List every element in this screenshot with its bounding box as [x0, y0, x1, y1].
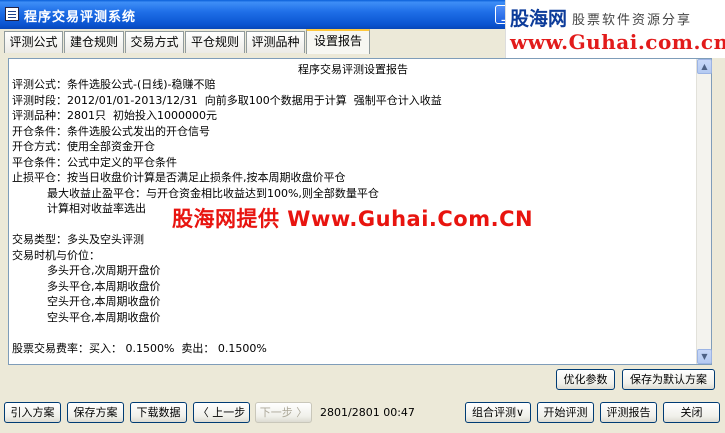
- report-title: 程序交易评测设置报告: [298, 63, 408, 76]
- report-line: 评测时段：2012/01/01-2013/12/31 向前多取100个数据用于计…: [12, 93, 442, 107]
- scroll-up-arrow-icon[interactable]: ▲: [697, 59, 712, 74]
- window-title: 程序交易评测系统: [24, 10, 137, 25]
- tab-exit-rules[interactable]: 平仓规则: [185, 31, 245, 53]
- report-line: 股票交易费率：买入： 0.1500% 卖出： 0.1500%: [12, 341, 267, 355]
- tab-formula[interactable]: 评测公式: [4, 31, 63, 53]
- report-line: 多头平仓,本周期收盘价: [12, 279, 161, 293]
- report-line: 最大收益止盈平仓：与开仓资金相比收益达到100%,则全部数量平仓: [12, 186, 379, 200]
- tab-entry-rules[interactable]: 建仓规则: [64, 31, 124, 53]
- app-icon: [5, 7, 19, 21]
- tab-settings-report[interactable]: 设置报告: [306, 29, 370, 54]
- report-line: 平仓条件：公式中定义的平仓条件: [12, 155, 177, 169]
- scroll-down-arrow-icon[interactable]: ▼: [697, 349, 712, 364]
- watermark-slogan: 股票软件资源分享: [572, 13, 693, 28]
- import-scheme-button[interactable]: 引入方案: [4, 402, 61, 423]
- overlay-watermark: 股海网提供 Www.Guhai.Com.CN: [172, 207, 534, 231]
- report-line: 交易时机与价位：: [12, 248, 100, 262]
- report-line: [12, 325, 442, 341]
- combo-evaluate-button[interactable]: 组合评测∨: [465, 402, 531, 423]
- report-line: 评测公式：条件选股公式-(日线)-稳赚不赔: [12, 78, 216, 91]
- watermark-url: www.Guhai.com.cn: [510, 30, 725, 54]
- close-button[interactable]: 关闭: [663, 402, 720, 423]
- next-step-button[interactable]: 下一步 〉: [255, 402, 312, 423]
- watermark-banner: 股海网 股票软件资源分享 www.Guhai.com.cn: [505, 0, 725, 58]
- report-line: 空头开仓,本周期收盘价: [12, 295, 161, 308]
- report-line: 空头平仓,本周期收盘价: [12, 310, 161, 324]
- prev-step-button[interactable]: 〈 上一步: [193, 402, 250, 423]
- report-line: 开仓方式：使用全部资金开仓: [12, 140, 155, 153]
- report-line: 交易类型：多头及空头评测: [12, 233, 144, 246]
- start-evaluate-button[interactable]: 开始评测: [537, 402, 594, 423]
- vertical-scrollbar[interactable]: ▲ ▼: [696, 59, 712, 364]
- watermark-brand: 股海网: [510, 8, 568, 30]
- tab-trade-mode[interactable]: 交易方式: [125, 31, 184, 53]
- save-as-default-button[interactable]: 保存为默认方案: [622, 369, 715, 390]
- progress-status: 2801/2801 00:47: [320, 406, 415, 419]
- evaluate-report-button[interactable]: 评测报告: [600, 402, 657, 423]
- download-data-button[interactable]: 下载数据: [130, 402, 187, 423]
- report-line: 评测品种：2801只 初始投入1000000元: [12, 109, 217, 122]
- optimize-params-button[interactable]: 优化参数: [556, 369, 615, 390]
- report-line: 多头开仓,次周期开盘价: [12, 264, 161, 277]
- report-line: 开仓条件：条件选股公式发出的开仓信号: [12, 124, 210, 138]
- save-scheme-button[interactable]: 保存方案: [67, 402, 124, 423]
- report-line: 止损平仓：按当日收盘价计算是否满足止损条件,按本周期收盘价平仓: [12, 171, 346, 184]
- tab-instruments[interactable]: 评测品种: [246, 31, 305, 53]
